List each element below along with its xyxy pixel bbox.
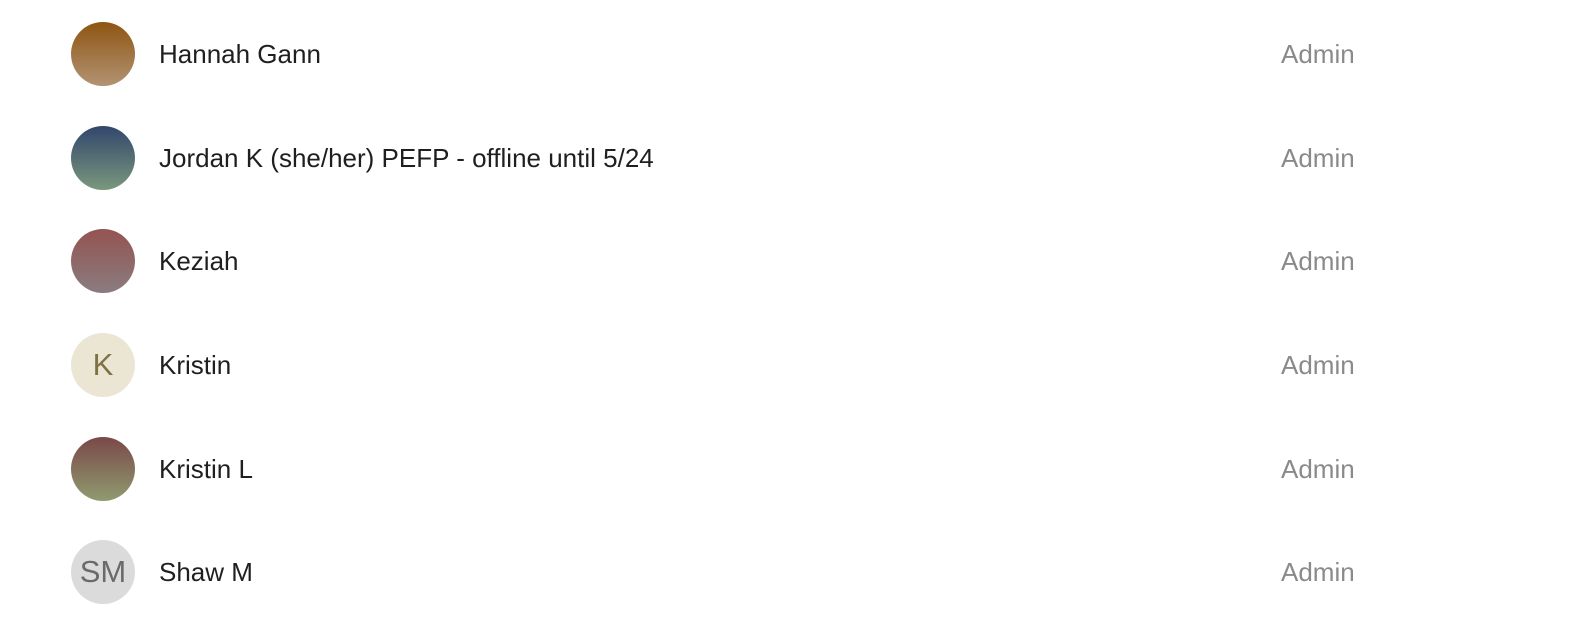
member-name: Jordan K (she/her) PEFP - offline until … — [159, 143, 654, 173]
member-row[interactable]: Keziah Admin — [0, 207, 1574, 311]
member-role: Admin — [1281, 350, 1355, 380]
avatar — [71, 22, 135, 86]
member-row[interactable]: Kristin L Admin — [0, 415, 1574, 519]
member-row[interactable]: SM Shaw M Admin — [0, 518, 1574, 622]
member-name: Kristin — [159, 350, 232, 380]
member-list: Hannah Gann Admin Jordan K (she/her) PEF… — [0, 0, 1574, 612]
avatar — [71, 437, 135, 501]
avatar: K — [71, 333, 135, 397]
member-role: Admin — [1281, 39, 1355, 69]
member-name: Keziah — [159, 246, 239, 276]
member-role: Admin — [1281, 143, 1355, 173]
member-row[interactable]: Jordan K (she/her) PEFP - offline until … — [0, 104, 1574, 208]
member-name: Kristin L — [159, 454, 253, 484]
member-row[interactable]: Hannah Gann Admin — [0, 0, 1574, 104]
member-name: Shaw M — [159, 557, 253, 587]
avatar: SM — [71, 540, 135, 604]
member-role: Admin — [1281, 454, 1355, 484]
avatar — [71, 229, 135, 293]
member-role: Admin — [1281, 557, 1355, 587]
member-row[interactable]: K Kristin Admin — [0, 311, 1574, 415]
member-name: Hannah Gann — [159, 39, 321, 69]
member-role: Admin — [1281, 246, 1355, 276]
avatar — [71, 126, 135, 190]
